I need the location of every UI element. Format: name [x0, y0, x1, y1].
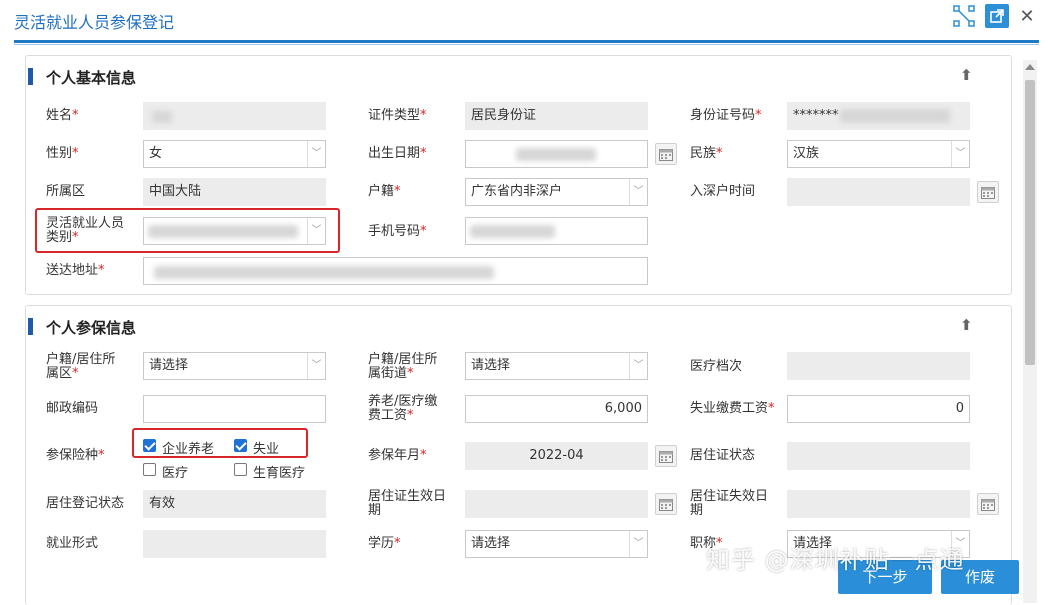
chevron-down-icon: ﹀ — [629, 179, 647, 205]
calendar-icon[interactable] — [655, 493, 677, 515]
hukou-label: 户籍* — [368, 184, 401, 199]
chevron-down-icon: ﹀ — [951, 141, 969, 167]
postal-code-label: 邮政编码 — [46, 401, 99, 416]
calendar-icon[interactable] — [655, 445, 677, 467]
checkbox-medical[interactable] — [143, 463, 156, 476]
insured-month-field[interactable]: 2022-04 — [465, 442, 648, 470]
hukou-district-label: 户籍/居住所 属区* — [46, 352, 116, 381]
education-label: 学历* — [368, 536, 401, 551]
name-label: 姓名* — [46, 108, 79, 123]
gender-label: 性别* — [46, 146, 79, 161]
address-label: 送达地址* — [46, 263, 105, 278]
checkbox-maternity[interactable] — [234, 463, 247, 476]
pension-wage-label: 养老/医疗缴 费工资* — [368, 394, 438, 423]
window-title: 灵活就业人员参保登记 — [14, 13, 175, 32]
shenzhen-entry-label: 入深户时间 — [690, 184, 756, 199]
address-field[interactable] — [143, 257, 648, 285]
unemployment-wage-label: 失业缴费工资* — [690, 401, 775, 416]
highlight-box-category — [35, 208, 340, 253]
ethnicity-select[interactable]: 汉族 ﹀ — [787, 140, 970, 168]
shenzhen-entry-field[interactable] — [787, 178, 970, 206]
medical-level-field[interactable] — [787, 352, 970, 380]
residence-status-field[interactable]: 有效 — [143, 490, 326, 518]
title-bar: 灵活就业人员参保登记 ✕ — [0, 0, 1048, 40]
chevron-down-icon: ﹀ — [629, 531, 647, 557]
checkbox-maternity-label: 生育医疗 — [253, 466, 306, 481]
section-marker — [28, 318, 33, 335]
highlight-box-insurance — [132, 428, 308, 458]
section-marker — [28, 68, 33, 85]
phone-label: 手机号码* — [368, 224, 427, 239]
vertical-scrollbar[interactable] — [1023, 60, 1037, 603]
scroll-up-arrow-icon[interactable] — [1025, 64, 1035, 70]
header-divider-thin — [14, 44, 1039, 45]
collapse-up-icon[interactable]: ⬆ — [960, 66, 973, 84]
id-type-field[interactable]: 居民身份证 — [465, 102, 648, 130]
residence-status-label: 居住登记状态 — [46, 496, 125, 511]
scroll-thumb[interactable] — [1025, 80, 1035, 365]
calendar-icon[interactable] — [977, 181, 999, 203]
ethnicity-label: 民族* — [690, 146, 723, 161]
watermark: 知乎 @深圳补贴一点通 — [706, 546, 965, 574]
insured-month-label: 参保年月* — [368, 448, 427, 463]
chevron-down-icon: ﹀ — [307, 141, 325, 167]
permit-status-field[interactable] — [787, 442, 970, 470]
permit-start-label: 居住证生效日 期 — [368, 489, 447, 518]
chevron-down-icon: ﹀ — [307, 353, 325, 379]
permit-end-label: 居住证失效日 期 — [690, 489, 769, 518]
collapse-up-icon[interactable]: ⬆ — [960, 316, 973, 334]
employment-form-field[interactable] — [143, 530, 326, 558]
hukou-select[interactable]: 广东省内非深户 ﹀ — [465, 178, 648, 206]
region-label: 所属区 — [46, 184, 86, 199]
unemployment-wage-field[interactable]: 0 — [787, 395, 970, 423]
name-field[interactable] — [143, 102, 326, 130]
permit-status-label: 居住证状态 — [690, 448, 756, 463]
checkbox-medical-label: 医疗 — [162, 466, 189, 481]
id-type-label: 证件类型* — [368, 108, 427, 123]
birth-date-label: 出生日期* — [368, 146, 427, 161]
maximize-icon[interactable] — [952, 4, 976, 28]
hukou-street-select[interactable]: 请选择 ﹀ — [465, 352, 648, 380]
medical-level-label: 医疗档次 — [690, 359, 743, 374]
header-divider — [14, 40, 1039, 43]
gender-select[interactable]: 女 ﹀ — [143, 140, 326, 168]
id-number-field[interactable]: ******* — [787, 102, 970, 130]
permit-start-field[interactable] — [465, 490, 648, 518]
calendar-icon[interactable] — [655, 143, 677, 165]
close-icon[interactable]: ✕ — [1015, 4, 1039, 28]
chevron-down-icon: ﹀ — [629, 353, 647, 379]
hukou-street-label: 户籍/居住所 属街道* — [368, 352, 438, 381]
hukou-district-select[interactable]: 请选择 ﹀ — [143, 352, 326, 380]
id-number-label: 身份证号码* — [690, 108, 762, 123]
birth-date-field[interactable] — [465, 140, 648, 168]
pension-wage-field[interactable]: 6,000 — [465, 395, 648, 423]
calendar-icon[interactable] — [977, 493, 999, 515]
phone-field[interactable] — [465, 217, 648, 245]
region-field[interactable]: 中国大陆 — [143, 178, 326, 206]
popout-icon[interactable] — [985, 4, 1009, 28]
employment-form-label: 就业形式 — [46, 536, 99, 551]
education-select[interactable]: 请选择 ﹀ — [465, 530, 648, 558]
postal-code-field[interactable] — [143, 395, 326, 423]
insurance-types-label: 参保险种* — [46, 448, 105, 463]
permit-end-field[interactable] — [787, 490, 970, 518]
